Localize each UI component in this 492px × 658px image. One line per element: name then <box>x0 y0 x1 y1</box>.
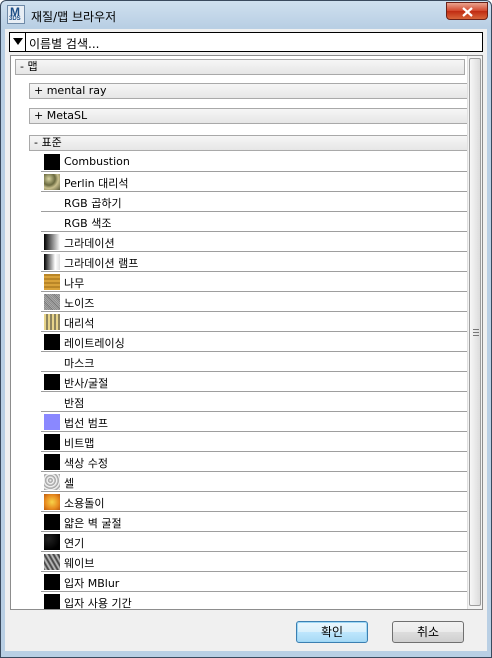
map-list-item[interactable]: 연기 <box>41 533 474 552</box>
close-button[interactable] <box>446 2 488 20</box>
cellular-swatch-icon <box>44 474 60 490</box>
scrollbar-thumb[interactable] <box>469 58 481 606</box>
dialog-client-area: 이름별 검색... - 맵 + mental ray + MetaSL - 표준… <box>5 29 487 651</box>
map-item-label: 소용돌이 <box>64 497 105 510</box>
map-item-label: 웨이브 <box>64 557 95 570</box>
map-item-label: 셀 <box>64 477 75 490</box>
map-item-label: 연기 <box>64 537 85 550</box>
wave-swatch-icon <box>44 554 60 570</box>
normal-bump-swatch-icon <box>44 414 60 430</box>
black-swatch-icon <box>44 374 60 390</box>
map-list-item[interactable]: RGB 곱하기 <box>41 193 474 212</box>
black-swatch-icon <box>44 574 60 590</box>
noise-swatch-icon <box>44 294 60 310</box>
gradient-swatch-icon <box>44 234 60 250</box>
white-swatch-icon <box>44 194 60 210</box>
window-title: 재질/맵 브라우저 <box>31 10 117 24</box>
search-input[interactable]: 이름별 검색... <box>29 35 99 52</box>
material-map-browser-window: M 3DS 재질/맵 브라우저 이름별 검색... - 맵 + mental r… <box>0 0 492 658</box>
map-item-label: 얇은 벽 굴절 <box>64 517 122 530</box>
map-item-label: 노이즈 <box>64 297 95 310</box>
swirl-swatch-icon <box>44 494 60 510</box>
gradient-ramp-swatch-icon <box>44 254 60 270</box>
map-list-item[interactable]: 반사/굴절 <box>41 373 474 392</box>
black-swatch-icon <box>44 434 60 450</box>
map-list-item[interactable]: 반점 <box>41 393 474 412</box>
wood-swatch-icon <box>44 274 60 290</box>
map-list-item[interactable]: 색상 수정 <box>41 453 474 472</box>
black-swatch-icon <box>44 334 60 350</box>
black-swatch-icon <box>44 454 60 470</box>
white-swatch-icon <box>44 354 60 370</box>
thumb-grip <box>473 335 479 336</box>
map-list-item[interactable]: 얇은 벽 굴절 <box>41 513 474 532</box>
map-item-label: 레이트레이싱 <box>64 337 125 350</box>
map-list-item[interactable]: 대리석 <box>41 313 474 332</box>
map-list-item[interactable]: 웨이브 <box>41 553 474 572</box>
thumb-grip <box>473 329 479 330</box>
map-list-item[interactable]: 레이트레이싱 <box>41 333 474 352</box>
map-list-item[interactable]: Perlin 대리석 <box>41 173 474 192</box>
map-item-label: 비트맵 <box>64 437 95 450</box>
perlin-marble-swatch-icon <box>44 174 60 190</box>
map-item-label: 색상 수정 <box>64 457 108 470</box>
white-swatch-icon <box>44 214 60 230</box>
map-list-item[interactable]: 마스크 <box>41 353 474 372</box>
map-list-item[interactable]: Combustion <box>41 153 474 172</box>
white-swatch-icon <box>44 394 60 410</box>
map-item-label: 그라데이션 램프 <box>64 257 139 270</box>
black-swatch-icon <box>44 594 60 609</box>
category-metasl[interactable]: + MetaSL <box>29 108 472 124</box>
category-standard[interactable]: - 표준 <box>29 135 472 151</box>
map-list-item[interactable]: 나무 <box>41 273 474 292</box>
category-maps[interactable]: - 맵 <box>15 59 465 75</box>
map-item-label: 입자 사용 기간 <box>64 597 132 610</box>
map-list-item[interactable]: 노이즈 <box>41 293 474 312</box>
category-mental-ray[interactable]: + mental ray <box>29 83 472 99</box>
map-item-label: 나무 <box>64 277 85 290</box>
browser-list-panel: - 맵 + mental ray + MetaSL - 표준 Combustio… <box>10 55 483 610</box>
cancel-button[interactable]: 취소 <box>392 621 464 643</box>
map-list-item[interactable]: 그라데이션 램프 <box>41 253 474 272</box>
map-item-label: RGB 곱하기 <box>64 197 122 210</box>
map-item-label: Perlin 대리석 <box>64 177 129 190</box>
map-list-item[interactable]: 입자 사용 기간 <box>41 593 474 610</box>
map-item-label: Combustion <box>64 155 130 168</box>
smoke-swatch-icon <box>44 534 60 550</box>
map-list-item[interactable]: 법선 범프 <box>41 413 474 432</box>
map-item-label: 법선 범프 <box>64 417 108 430</box>
map-item-label: 대리석 <box>64 317 95 330</box>
map-item-label: 반점 <box>64 397 85 410</box>
map-list-item[interactable]: 소용돌이 <box>41 493 474 512</box>
map-item-label: 그라데이션 <box>64 237 115 250</box>
map-item-label: RGB 색조 <box>64 217 112 230</box>
ok-button[interactable]: 확인 <box>296 621 368 643</box>
3ds-max-app-icon: M 3DS <box>7 5 25 24</box>
vertical-scrollbar[interactable] <box>467 56 482 609</box>
thumb-grip <box>473 332 479 333</box>
map-list-item[interactable]: 셀 <box>41 473 474 492</box>
marble-swatch-icon <box>44 314 60 330</box>
black-swatch-icon <box>44 154 60 170</box>
search-row: 이름별 검색... <box>9 32 483 52</box>
search-divider <box>25 33 26 51</box>
black-swatch-icon <box>44 514 60 530</box>
map-list-item[interactable]: RGB 색조 <box>41 213 474 232</box>
close-icon <box>462 7 473 17</box>
app-icon-subtext: 3DS <box>9 16 21 22</box>
dropdown-triangle-icon[interactable] <box>13 37 23 46</box>
map-list-item[interactable]: 그라데이션 <box>41 233 474 252</box>
title-bar[interactable]: M 3DS 재질/맵 브라우저 <box>1 1 491 29</box>
map-item-label: 마스크 <box>64 357 95 370</box>
map-list-item[interactable]: 입자 MBlur <box>41 573 474 592</box>
map-item-label: 반사/굴절 <box>64 377 109 390</box>
map-list-item[interactable]: 비트맵 <box>41 433 474 452</box>
map-item-label: 입자 MBlur <box>64 577 120 590</box>
